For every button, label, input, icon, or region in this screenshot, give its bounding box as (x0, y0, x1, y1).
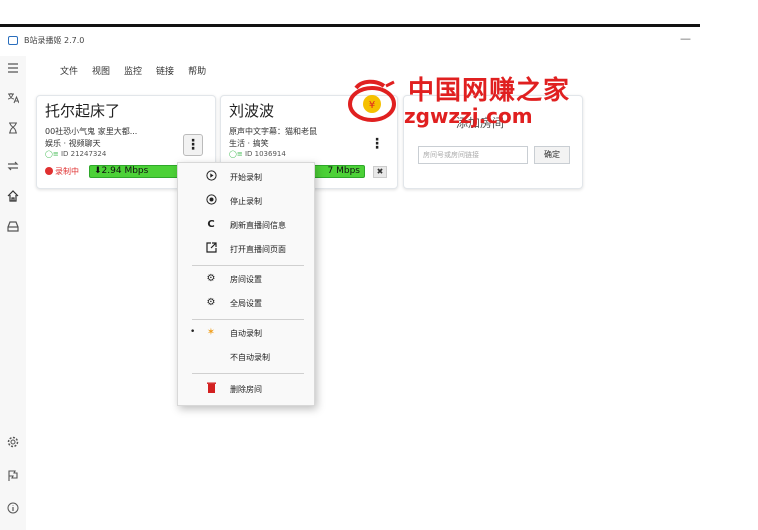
close-icon[interactable]: ✖ (373, 166, 387, 178)
live-icon: ◯≡ (45, 150, 61, 158)
stream-title: 00社恐小气鬼 家里大都... (45, 127, 138, 136)
download-icon: ⬇ (94, 166, 102, 176)
svg-text:¥: ¥ (369, 100, 375, 111)
menu-item-refresh[interactable]: C 刷新直播间信息 (178, 215, 316, 235)
menu-view[interactable]: 视图 (92, 64, 110, 80)
title-bar: B站录播姬 2.7.0 — (0, 30, 758, 52)
menu-item-global-settings[interactable]: ⚙ 全局设置 (178, 293, 316, 313)
minimize-button[interactable]: — (680, 32, 691, 45)
stream-category: 生活 · 搞笑 (229, 139, 269, 148)
menu-help[interactable]: 帮助 (188, 64, 206, 80)
watermark-logo: ¥ (348, 79, 396, 122)
gear-icon: ⚙ (206, 297, 216, 308)
menu-icon[interactable] (5, 62, 21, 78)
room-id-prefix: ID (60, 150, 69, 158)
recording-status: 录制中 (45, 166, 79, 177)
menu-monitor[interactable]: 监控 (124, 64, 142, 80)
swap-icon[interactable] (5, 160, 21, 176)
menu-item-open-page[interactable]: 打开直播间页面 (178, 239, 316, 259)
watermark-url: zgwzzj.com (404, 104, 533, 128)
stream-title: 原声中文字幕：猫和老鼠 (229, 127, 317, 136)
menu-bar: 文件 视图 监控 链接 帮助 (60, 64, 220, 80)
trash-icon (204, 382, 218, 398)
menu-item-no-auto-record[interactable]: 不自动录制 (178, 347, 316, 367)
watermark-text: 中国网赚之家 (408, 76, 571, 106)
app-icon (8, 36, 18, 45)
more-options-button[interactable]: ⋮ (367, 134, 387, 156)
room-id: ◯≡ ID 21247324 (45, 150, 106, 158)
menu-separator (192, 373, 304, 374)
speed-badge: ⬇2.94 Mbps (89, 165, 181, 178)
refresh-icon: C (207, 219, 215, 230)
live-icon: ◯≡ (229, 150, 245, 158)
selected-bullet-icon: • (190, 327, 196, 337)
stream-category: 娱乐 · 视频聊天 (45, 139, 101, 148)
room-id: ◯≡ ID 1036914 (229, 150, 286, 158)
settings-icon[interactable] (5, 436, 21, 452)
room-input[interactable]: 房间号或房间链接 (418, 146, 528, 164)
open-external-icon (204, 242, 218, 258)
sidebar (0, 56, 26, 530)
home-icon[interactable] (5, 190, 21, 206)
menu-item-start-record[interactable]: 开始录制 (178, 167, 316, 187)
flag-icon[interactable] (5, 470, 21, 486)
streamer-name: 刘波波 (229, 102, 275, 120)
menu-item-room-settings[interactable]: ⚙ 房间设置 (178, 269, 316, 289)
app-title: B站录播姬 2.7.0 (24, 36, 85, 45)
hourglass-icon[interactable] (5, 122, 21, 138)
menu-separator (192, 265, 304, 266)
room-id-value: 21247324 (70, 150, 107, 158)
menu-separator (192, 319, 304, 320)
magic-icon: ✶ (206, 327, 216, 338)
drive-icon[interactable] (5, 220, 21, 236)
gear-icon: ⚙ (206, 273, 216, 284)
more-options-button[interactable]: ⋮ (183, 134, 203, 156)
record-icon (45, 167, 53, 175)
menu-item-auto-record[interactable]: • ✶ 自动录制 (178, 323, 316, 343)
confirm-button[interactable]: 确定 (534, 146, 570, 164)
play-circle-icon (204, 170, 218, 186)
menu-file[interactable]: 文件 (60, 64, 78, 80)
window-top-border (0, 24, 700, 27)
menu-item-stop-record[interactable]: 停止录制 (178, 191, 316, 211)
streamer-name: 托尔起床了 (45, 102, 121, 120)
context-menu: 开始录制 停止录制 C 刷新直播间信息 打开直播间页面 ⚙ 房间设置 ⚙ 全局设… (177, 162, 315, 406)
translate-icon[interactable] (5, 92, 21, 108)
menu-links[interactable]: 链接 (156, 64, 174, 80)
menu-item-delete-room[interactable]: 删除房间 (178, 379, 316, 399)
info-icon[interactable] (5, 502, 21, 518)
stop-circle-icon (204, 194, 218, 210)
